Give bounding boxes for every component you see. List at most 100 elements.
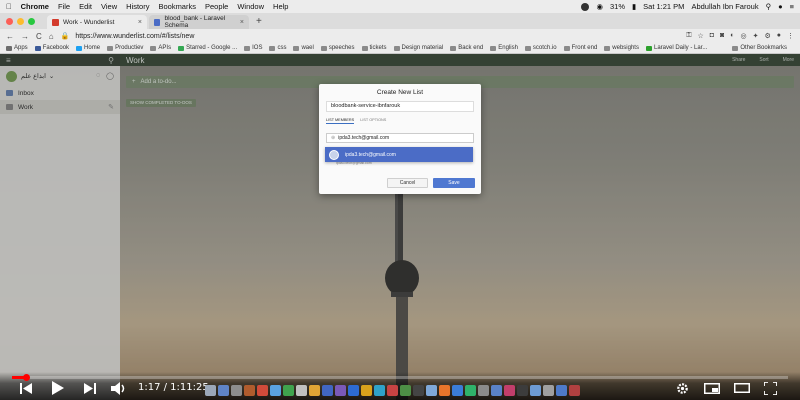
extension-icon[interactable]: ✦ bbox=[753, 32, 759, 40]
extension-icon[interactable]: ◎ bbox=[741, 32, 747, 40]
dock-app-icon[interactable] bbox=[205, 385, 216, 396]
key-icon[interactable]: ⚿ bbox=[686, 32, 691, 40]
minimize-window-icon[interactable] bbox=[17, 17, 24, 25]
tab-laravel-schema[interactable]: blood_bank - Laravel Schema × bbox=[149, 15, 249, 29]
bookmark-folder[interactable]: Back end bbox=[450, 45, 483, 51]
bookmark-folder[interactable]: English bbox=[490, 45, 518, 51]
member-suggestion[interactable]: ipda3.tech@gmail.com bbox=[325, 147, 473, 162]
dock-app-icon[interactable] bbox=[296, 385, 307, 396]
zoom-window-icon[interactable] bbox=[28, 17, 35, 25]
bookmark-other[interactable]: Other Bookmarks bbox=[732, 45, 787, 51]
bookmark-folder[interactable]: websights bbox=[604, 45, 639, 51]
dock-app-icon[interactable] bbox=[530, 385, 541, 396]
siri-icon[interactable]: ● bbox=[778, 2, 783, 11]
bookmark-facebook[interactable]: Facebook bbox=[34, 45, 69, 51]
theater-mode-icon[interactable] bbox=[733, 382, 751, 394]
notification-icon[interactable]: ≡ bbox=[790, 2, 794, 11]
dock-app-icon[interactable] bbox=[569, 385, 580, 396]
dock-app-icon[interactable] bbox=[400, 385, 411, 396]
bookmark-folder[interactable]: scotch.io bbox=[524, 45, 557, 51]
video-scrubber-handle[interactable] bbox=[22, 374, 30, 381]
dock-app-icon[interactable] bbox=[244, 385, 255, 396]
bookmark-starred[interactable]: Starred - Google ... bbox=[178, 45, 237, 51]
video-progress-bar[interactable] bbox=[12, 376, 788, 379]
dock-app-icon[interactable] bbox=[309, 385, 320, 396]
battery-icon[interactable]: ▮ bbox=[632, 2, 636, 11]
bookmark-folder[interactable]: Productiev bbox=[107, 45, 143, 51]
dock-app-icon[interactable] bbox=[322, 385, 333, 396]
back-icon[interactable]: ← bbox=[6, 32, 14, 41]
menu-kebab-icon[interactable]: ⋮ bbox=[787, 32, 794, 40]
extension-icon[interactable]: ⚙ bbox=[764, 32, 770, 40]
save-button[interactable]: Save bbox=[433, 178, 475, 188]
menu-people[interactable]: People bbox=[205, 2, 228, 11]
dock-app-icon[interactable] bbox=[439, 385, 450, 396]
bookmark-folder[interactable]: Front end bbox=[563, 45, 597, 51]
extension-icon[interactable]: ◘ bbox=[710, 32, 714, 40]
dock-app-icon[interactable] bbox=[374, 385, 385, 396]
bookmark-folder[interactable]: speeches bbox=[320, 45, 355, 51]
tab-list-members[interactable]: LIST MEMBERS bbox=[326, 118, 355, 124]
miniplayer-icon[interactable] bbox=[703, 382, 721, 394]
spotlight-icon[interactable]: ⚲ bbox=[766, 2, 772, 11]
bookmark-folder[interactable]: css bbox=[269, 45, 286, 51]
bookmark-folder[interactable]: Design material bbox=[393, 45, 443, 51]
bookmark-home[interactable]: Home bbox=[76, 45, 100, 51]
close-window-icon[interactable] bbox=[6, 17, 13, 25]
settings-gear-icon[interactable] bbox=[675, 381, 689, 395]
dock-app-icon[interactable] bbox=[543, 385, 554, 396]
bookmark-folder[interactable]: tickets bbox=[361, 45, 387, 51]
tab-wunderlist[interactable]: Work - Wunderlist × bbox=[47, 15, 147, 29]
dock-app-icon[interactable] bbox=[491, 385, 502, 396]
dock-app-icon[interactable] bbox=[387, 385, 398, 396]
close-tab-icon[interactable]: × bbox=[240, 19, 244, 26]
menu-edit[interactable]: Edit bbox=[79, 2, 92, 11]
next-icon[interactable] bbox=[82, 381, 98, 395]
bookmark-folder[interactable]: wael bbox=[293, 45, 314, 51]
wifi-icon[interactable]: ◉ bbox=[596, 2, 603, 11]
profile-icon[interactable]: ● bbox=[777, 32, 781, 40]
menu-bookmarks[interactable]: Bookmarks bbox=[158, 2, 196, 11]
user-name[interactable]: Abdullah Ibn Farouk bbox=[691, 2, 758, 11]
volume-icon[interactable] bbox=[110, 380, 128, 396]
new-tab-icon[interactable]: + bbox=[256, 15, 262, 29]
list-name-input[interactable]: bloodbank-service-ibnfarouk bbox=[326, 101, 474, 112]
dock-app-icon[interactable] bbox=[218, 385, 229, 396]
previous-icon[interactable] bbox=[18, 381, 34, 395]
clock[interactable]: Sat 1:21 PM bbox=[643, 2, 684, 11]
dock-app-icon[interactable] bbox=[413, 385, 424, 396]
star-icon[interactable]: ☆ bbox=[698, 32, 704, 40]
extension-icon[interactable]: ◐ bbox=[730, 32, 734, 40]
apple-icon[interactable]:  bbox=[6, 2, 12, 11]
forward-icon[interactable]: → bbox=[21, 32, 29, 41]
cancel-button[interactable]: Cancel bbox=[387, 178, 428, 188]
reload-icon[interactable]: C bbox=[36, 32, 42, 41]
menu-window[interactable]: Window bbox=[237, 2, 264, 11]
dock-app-icon[interactable] bbox=[257, 385, 268, 396]
dock-app-icon[interactable] bbox=[517, 385, 528, 396]
menu-chrome[interactable]: Chrome bbox=[21, 2, 49, 11]
dock-app-icon[interactable] bbox=[270, 385, 281, 396]
dock-app-icon[interactable] bbox=[426, 385, 437, 396]
menu-view[interactable]: View bbox=[101, 2, 117, 11]
play-icon[interactable] bbox=[50, 380, 66, 396]
menu-file[interactable]: File bbox=[58, 2, 70, 11]
dock-app-icon[interactable] bbox=[504, 385, 515, 396]
dock-app-icon[interactable] bbox=[452, 385, 463, 396]
dock-app-icon[interactable] bbox=[465, 385, 476, 396]
bookmark-folder[interactable]: IOS bbox=[244, 45, 262, 51]
dock-app-icon[interactable] bbox=[361, 385, 372, 396]
record-icon[interactable] bbox=[581, 2, 590, 11]
bookmark-laravel-daily[interactable]: Laravel Daily - Lar... bbox=[645, 45, 707, 51]
dock-app-icon[interactable] bbox=[478, 385, 489, 396]
dock-app-icon[interactable] bbox=[348, 385, 359, 396]
bookmark-apps[interactable]: Apps bbox=[6, 45, 28, 51]
dock-app-icon[interactable] bbox=[283, 385, 294, 396]
menu-help[interactable]: Help bbox=[273, 2, 288, 11]
close-tab-icon[interactable]: × bbox=[138, 19, 142, 26]
home-icon[interactable]: ⌂ bbox=[49, 32, 54, 41]
fullscreen-icon[interactable] bbox=[762, 381, 778, 395]
dock-app-icon[interactable] bbox=[335, 385, 346, 396]
url-field[interactable]: https://www.wunderlist.com/#/lists/new bbox=[75, 33, 194, 40]
bookmark-folder[interactable]: APIs bbox=[150, 45, 171, 51]
